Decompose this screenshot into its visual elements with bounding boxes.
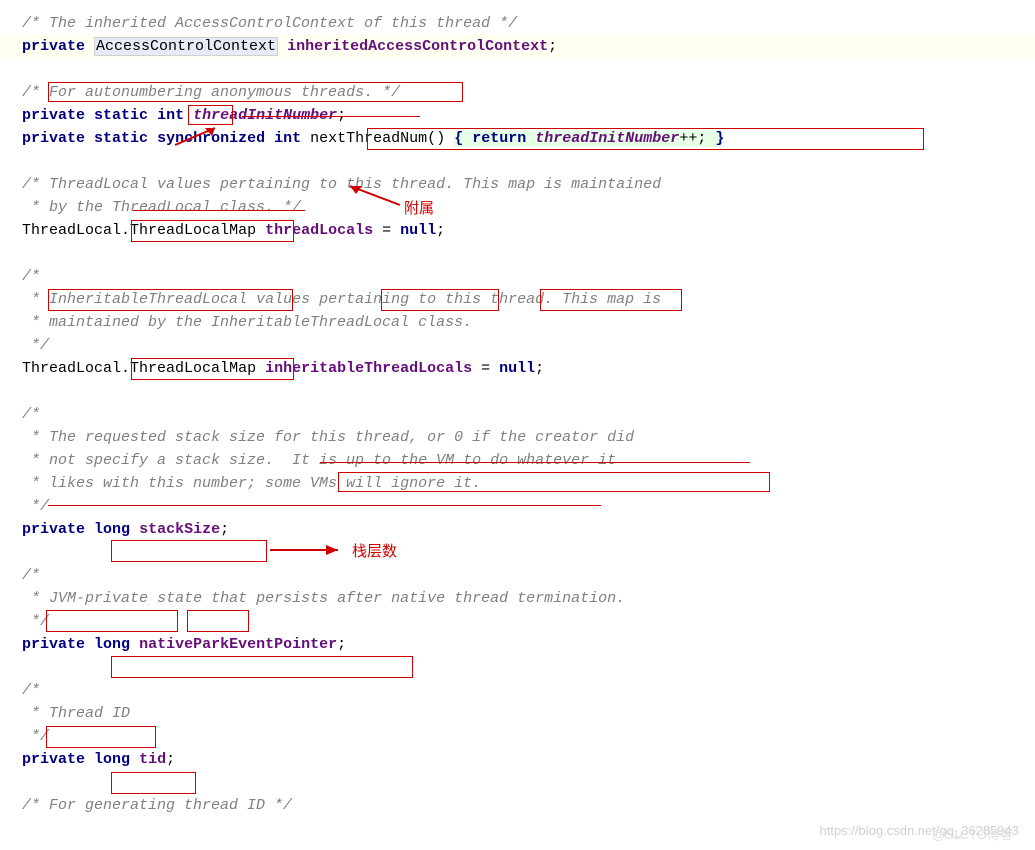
comment-state: state: [157, 590, 202, 607]
keyword-synchronized: synchronized: [157, 130, 265, 147]
keyword-int: int: [157, 107, 184, 124]
comment-thisthread: this thread.: [445, 291, 553, 308]
comment-threadid: Thread ID: [49, 705, 130, 722]
keyword-long: long: [94, 521, 130, 538]
code-line: private long stackSize;: [0, 518, 1035, 541]
member-nativePark: nativeParkEventPointer: [139, 636, 337, 653]
code-editor[interactable]: /* The inherited AccessControlContext of…: [0, 12, 1035, 817]
type-threadlocal: ThreadLocal: [22, 222, 121, 239]
comment-text: /* The inherited AccessControlContext of…: [22, 15, 517, 32]
comment-pertaining: pertaining: [319, 291, 409, 308]
member-inheritable: inheritableThreadLocals: [265, 360, 472, 377]
selected-type: AccessControlContext: [94, 37, 278, 56]
code-line: private static synchronized int nextThre…: [0, 127, 1035, 150]
keyword-private: private: [22, 38, 85, 55]
comment-vm2: likes with this number; some VMs will ig…: [49, 475, 481, 492]
member-tid: tid: [139, 751, 166, 768]
comment-autonumber: For autonumbering anonymous threads.: [49, 84, 373, 101]
code-line: private long tid;: [0, 748, 1035, 771]
member-threadInitNumber: threadInitNumber: [193, 107, 337, 124]
type-threadlocalmap: ThreadLocalMap: [130, 222, 256, 239]
annotation-label: 栈层数: [352, 540, 397, 563]
comment-inheritable: InheritableThreadLocal: [49, 291, 247, 308]
code-line: /* ThreadLocal values pertaining to this…: [0, 173, 1035, 196]
code-line: /* For autonumbering anonymous threads. …: [0, 81, 1035, 104]
watermark-text2: @51CTO博客: [932, 823, 1013, 846]
code-line: /* The inherited AccessControlContext of…: [0, 12, 1035, 35]
method-nextThreadNum: nextThreadNum: [310, 130, 427, 147]
keyword-long2: long: [94, 636, 130, 653]
code-line: * InheritableThreadLocal values pertaini…: [0, 288, 1035, 311]
comment-jvmprivate: JVM-private: [49, 590, 148, 607]
code-line: ThreadLocal.ThreadLocalMap threadLocals …: [0, 219, 1035, 242]
comment-vm1: It is up to the VM to do whatever it: [292, 452, 616, 469]
code-line: ThreadLocal.ThreadLocalMap inheritableTh…: [0, 357, 1035, 380]
member-inheritedAcc: inheritedAccessControlContext: [287, 38, 548, 55]
member-stackSize: stackSize: [139, 521, 220, 538]
keyword-long3: long: [94, 751, 130, 768]
annotation-label: 附属: [404, 197, 434, 220]
code-line: private long nativeParkEventPointer;: [0, 633, 1035, 656]
member-threadLocals: threadLocals: [265, 222, 373, 239]
code-line-highlighted: private AccessControlContext inheritedAc…: [0, 35, 1035, 58]
type-threadlocalmap2: ThreadLocalMap: [130, 360, 256, 377]
code-line: private static int threadInitNumber;: [0, 104, 1035, 127]
code-line: * by the ThreadLocal class. */: [0, 196, 1035, 219]
